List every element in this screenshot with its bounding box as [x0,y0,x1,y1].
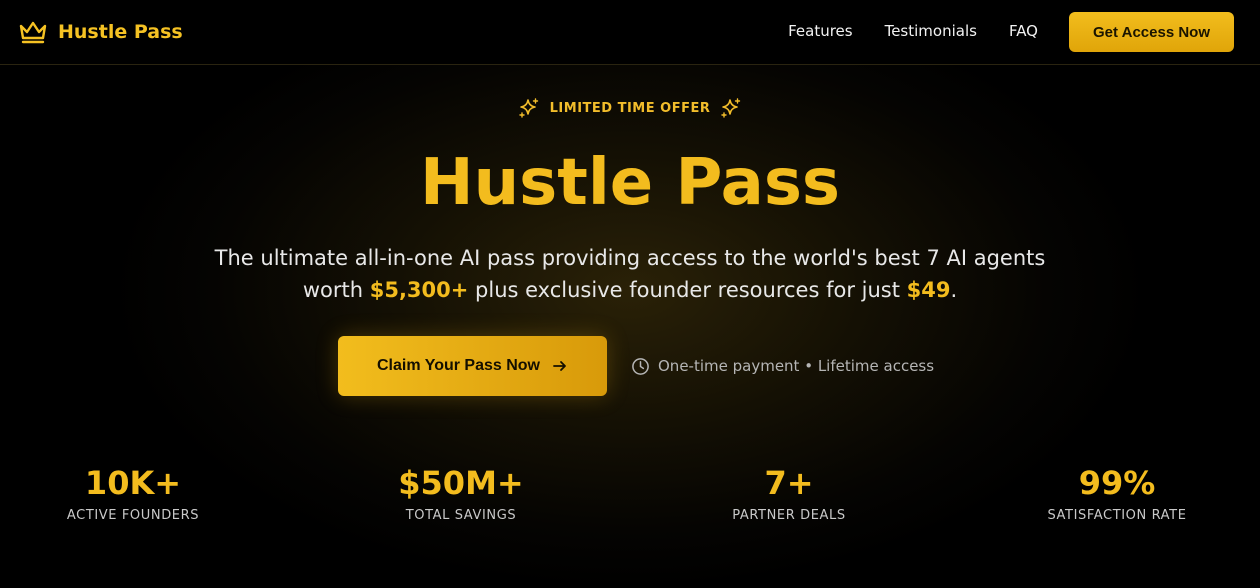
subtitle-price-highlight: $49 [906,278,951,302]
landing-page: Hustle Pass Features Testimonials FAQ Ge… [0,0,1260,588]
subtitle-value-highlight: $5,300+ [369,278,469,302]
stats-section: 10K+ ACTIVE FOUNDERS $50M+ TOTAL SAVINGS… [0,462,1260,532]
stat-active-founders: 10K+ ACTIVE FOUNDERS [13,462,253,523]
nav-testimonials-link[interactable]: Testimonials [885,22,977,40]
nav-faq-link[interactable]: FAQ [1009,22,1038,40]
clock-icon [632,357,649,375]
crown-icon [19,21,47,44]
stat-label: SATISFACTION RATE [1047,508,1187,523]
payment-note-text: One-time payment • Lifetime access [658,357,935,375]
subtitle-end: . [950,278,958,302]
stat-value: 10K+ [84,464,182,502]
stat-partner-deals: 7+ PARTNER DEALS [669,462,909,523]
stat-total-savings: $50M+ TOTAL SAVINGS [341,462,581,523]
claim-pass-label: Claim Your Pass Now [376,357,540,374]
claim-pass-button[interactable]: Claim Your Pass Now [338,336,607,396]
brand-name: Hustle Pass [58,21,183,43]
subtitle-pre: worth [302,278,370,302]
payment-note: One-time payment • Lifetime access [631,357,934,376]
subtitle-mid: plus exclusive founder resources for jus… [468,278,907,302]
nav-features-link[interactable]: Features [788,22,853,40]
hero-title: Hustle Pass [420,146,840,220]
cta-row: Claim Your Pass Now One-time payment • L… [338,336,934,396]
stat-label: ACTIVE FOUNDERS [66,508,200,523]
stat-value: $50M+ [398,464,524,502]
top-header: Hustle Pass Features Testimonials FAQ Ge… [0,0,1260,65]
arrow-right-icon [553,361,566,371]
main-nav: Features Testimonials FAQ [788,22,1038,40]
sparkles-icon [518,98,538,118]
stat-label: TOTAL SAVINGS [405,508,517,523]
get-access-button[interactable]: Get Access Now [1069,12,1234,52]
subtitle-line-1: The ultimate all-in-one AI pass providin… [214,246,1046,270]
stat-label: PARTNER DEALS [732,508,846,523]
limited-offer-badge: LIMITED TIME OFFER [0,96,1260,120]
stat-satisfaction-rate: 99% SATISFACTION RATE [997,462,1237,523]
sparkles-icon [721,98,741,118]
stat-value: 7+ [764,464,814,502]
hero-subtitle: The ultimate all-in-one AI pass providin… [180,242,1080,306]
brand-logo[interactable]: Hustle Pass [18,17,183,47]
badge-label: LIMITED TIME OFFER [549,100,711,116]
stat-value: 99% [1078,464,1156,502]
